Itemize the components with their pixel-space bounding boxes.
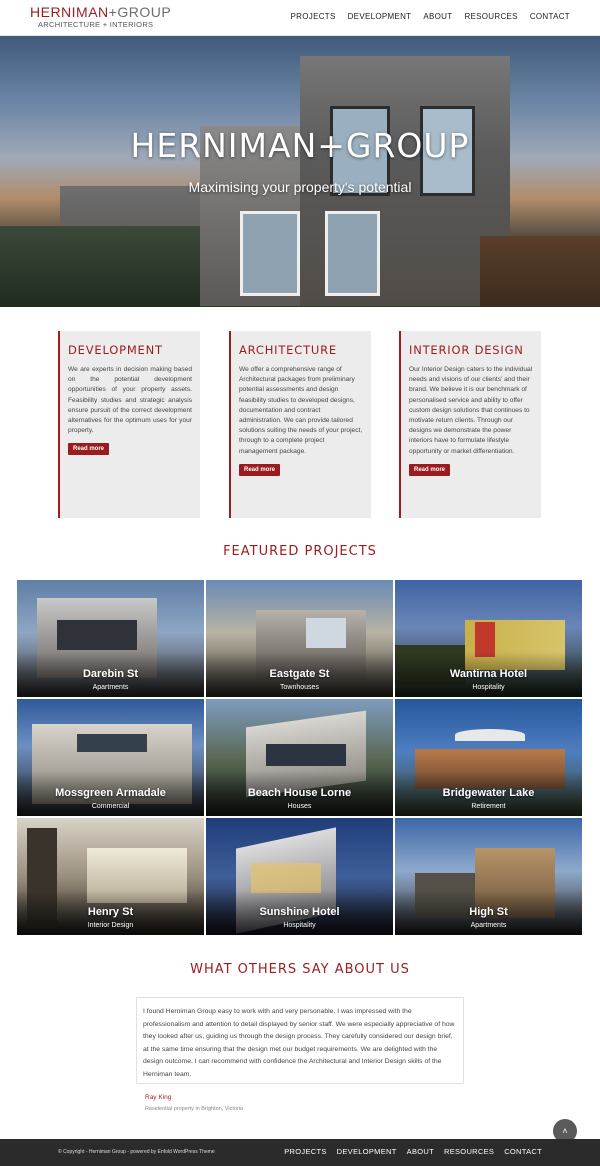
- service-text: Our Interior Design caters to the indivi…: [409, 366, 533, 455]
- project-image-windows: [266, 744, 346, 766]
- project-tile-bridgewater-lake[interactable]: Bridgewater Lake Retirement: [395, 699, 582, 816]
- footer-nav-about[interactable]: ABOUT: [407, 1147, 434, 1156]
- project-name: Henry St: [87, 906, 134, 918]
- footer-nav-development[interactable]: DEVELOPMENT: [337, 1147, 397, 1156]
- project-category: Hospitality: [472, 684, 505, 691]
- project-category: Apartments: [92, 684, 129, 691]
- nav-projects[interactable]: PROJECTS: [291, 12, 336, 21]
- project-name: Bridgewater Lake: [442, 787, 535, 799]
- site-header: HERNIMAN+GROUP ARCHITECTURE + INTERIORS …: [0, 0, 600, 36]
- footer-nav-resources[interactable]: RESOURCES: [444, 1147, 494, 1156]
- logo-wordmark: HERNIMAN+GROUP: [30, 5, 171, 19]
- site-footer: © Copyright - Herniman Group - powered b…: [0, 1139, 600, 1166]
- testimonial-author: Ray King: [145, 1094, 172, 1101]
- service-card-architecture: ARCHITECTURE We offer a comprehensive ra…: [229, 331, 371, 518]
- service-text: We offer a comprehensive range of Archit…: [239, 366, 363, 455]
- read-more-button[interactable]: Read more: [68, 443, 110, 456]
- footer-nav-contact[interactable]: CONTACT: [504, 1147, 542, 1156]
- nav-contact[interactable]: CONTACT: [530, 12, 570, 21]
- testimonials-heading: WHAT OTHERS SAY ABOUT US: [190, 962, 410, 977]
- project-name: Darebin St: [82, 668, 138, 680]
- hero-image-window: [240, 211, 300, 296]
- read-more-button[interactable]: Read more: [239, 463, 281, 476]
- project-category: Houses: [287, 803, 312, 810]
- project-name: Sunshine Hotel: [259, 906, 340, 918]
- nav-about[interactable]: ABOUT: [423, 12, 452, 21]
- service-card-development: DEVELOPMENT We are experts in decision m…: [58, 331, 200, 518]
- project-image-windows: [306, 618, 346, 648]
- project-name: Beach House Lorne: [247, 787, 352, 799]
- logo-text-main: HERNIMAN: [30, 4, 109, 20]
- project-tile-high-st[interactable]: High St Apartments: [395, 818, 582, 935]
- project-category: Hospitality: [283, 922, 316, 929]
- main-nav: PROJECTS DEVELOPMENT ABOUT RESOURCES CON…: [291, 12, 570, 21]
- project-name: Eastgate St: [269, 668, 330, 680]
- project-tile-beach-house-lorne[interactable]: Beach House Lorne Houses: [206, 699, 393, 816]
- project-category: Commercial: [91, 803, 130, 810]
- testimonial-author-role: Residential property in Brighton, Victor…: [145, 1106, 244, 1112]
- project-category: Townhouses: [280, 684, 319, 691]
- service-title: ARCHITECTURE: [239, 343, 337, 357]
- logo-tagline: ARCHITECTURE + INTERIORS: [38, 20, 154, 29]
- project-category: Apartments: [470, 922, 507, 929]
- nav-resources[interactable]: RESOURCES: [464, 12, 517, 21]
- project-name: Mossgreen Armadale: [55, 787, 166, 799]
- hero-image-window: [325, 211, 380, 296]
- project-name: High St: [469, 906, 508, 918]
- hero-image-fence: [480, 236, 600, 307]
- testimonial-text: I found Herniman Group easy to work with…: [143, 1008, 455, 1078]
- project-tile-eastgate-st[interactable]: Eastgate St Townhouses: [206, 580, 393, 697]
- logo-text-group: +GROUP: [108, 4, 172, 20]
- project-image-windows: [251, 863, 321, 893]
- project-tile-darebin-st[interactable]: Darebin St Apartments: [17, 580, 204, 697]
- copyright-text: © Copyright - Herniman Group - powered b…: [58, 1149, 215, 1155]
- hero-subtitle: Maximising your property's potential: [188, 179, 412, 195]
- project-image-windows: [77, 734, 147, 752]
- project-category: Interior Design: [87, 922, 134, 929]
- service-title: DEVELOPMENT: [68, 343, 163, 357]
- project-tile-henry-st[interactable]: Henry St Interior Design: [17, 818, 204, 935]
- site-logo[interactable]: HERNIMAN+GROUP ARCHITECTURE + INTERIORS: [30, 5, 171, 29]
- project-tile-sunshine-hotel[interactable]: Sunshine Hotel Hospitality: [206, 818, 393, 935]
- project-tile-wantirna-hotel[interactable]: Wantirna Hotel Hospitality: [395, 580, 582, 697]
- project-tile-mossgreen-armadale[interactable]: Mossgreen Armadale Commercial: [17, 699, 204, 816]
- testimonial-quote: I found Herniman Group easy to work with…: [136, 997, 464, 1084]
- service-card-interior-design: INTERIOR DESIGN Our Interior Design cate…: [399, 331, 541, 518]
- service-title: INTERIOR DESIGN: [409, 343, 524, 357]
- project-image-windows: [57, 620, 137, 650]
- project-image-canopy: [455, 729, 525, 741]
- footer-nav-projects[interactable]: PROJECTS: [284, 1147, 326, 1156]
- project-name: Wantirna Hotel: [449, 668, 528, 680]
- hero-banner: HERNIMAN+GROUP Maximising your property'…: [0, 36, 600, 307]
- read-more-button[interactable]: Read more: [409, 463, 451, 476]
- nav-development[interactable]: DEVELOPMENT: [348, 12, 412, 21]
- hero-image-trees: [0, 226, 200, 307]
- project-category: Retirement: [471, 803, 506, 810]
- footer-nav: PROJECTS DEVELOPMENT ABOUT RESOURCES CON…: [284, 1147, 542, 1156]
- service-text: We are experts in decision making based …: [68, 366, 192, 435]
- featured-projects-heading: FEATURED PROJECTS: [223, 544, 377, 559]
- hero-title: HERNIMAN+GROUP: [130, 126, 470, 165]
